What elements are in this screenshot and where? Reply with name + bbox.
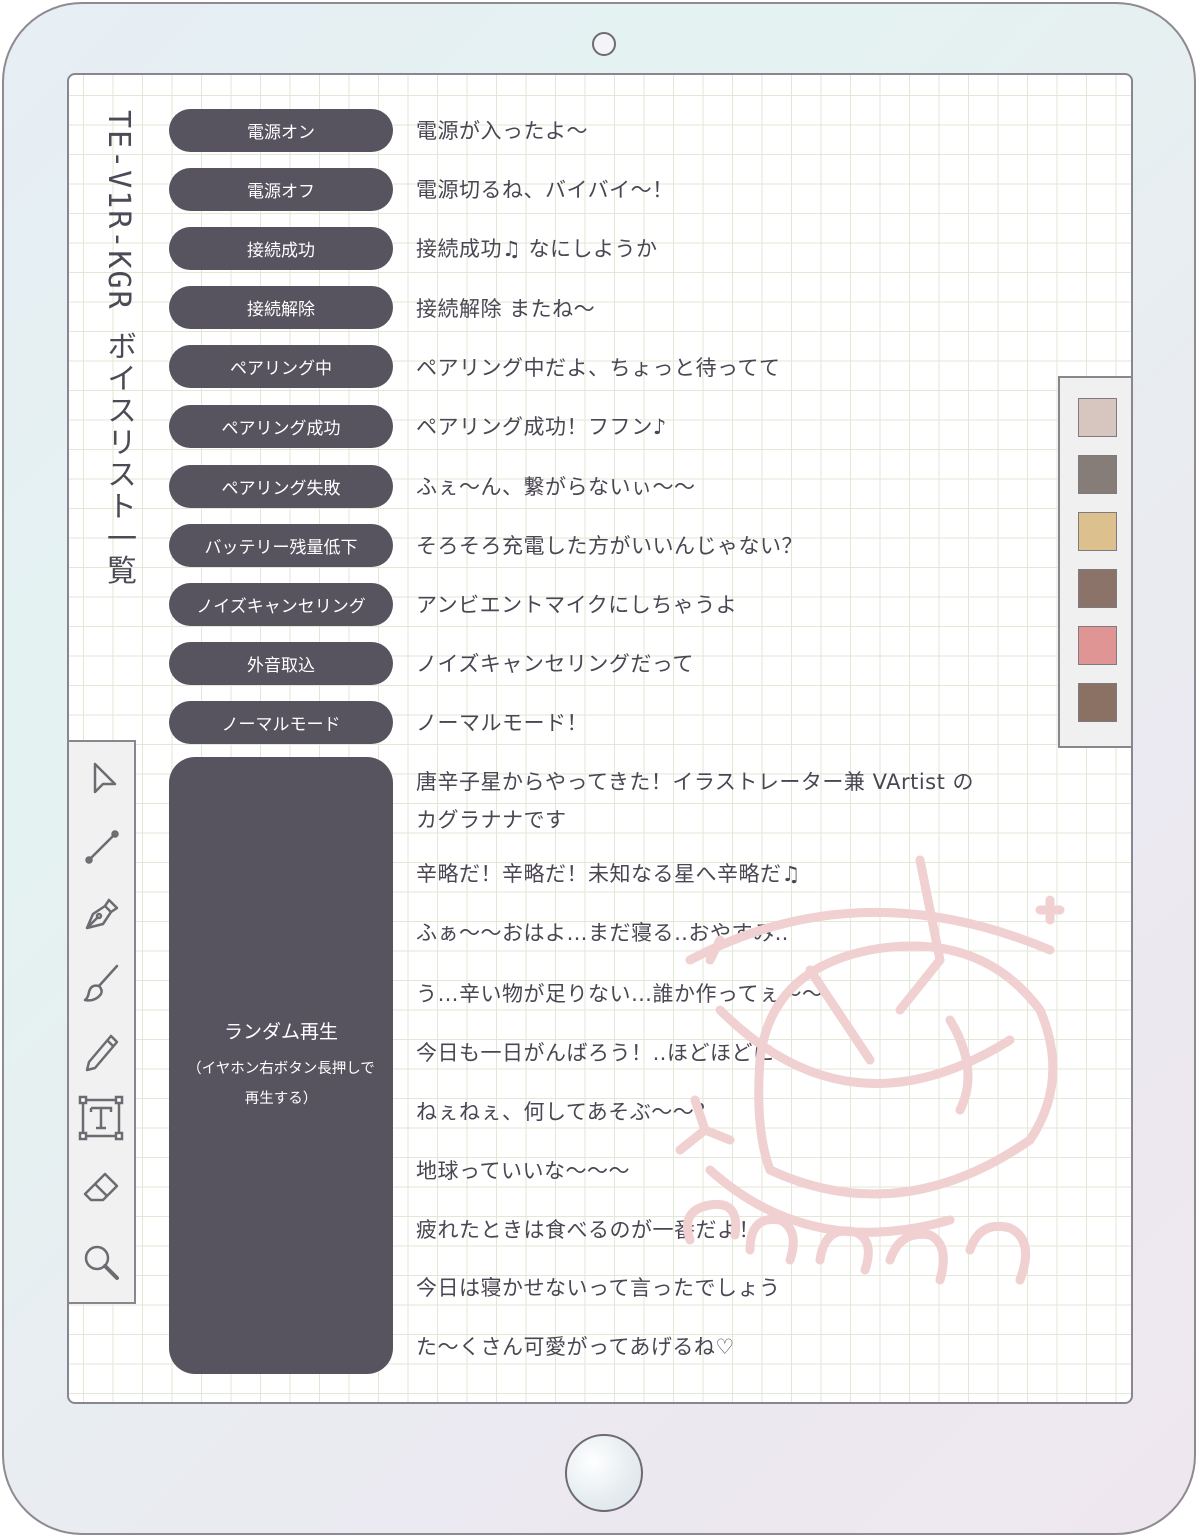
voice-line: アンビエントマイクにしちゃうよ — [416, 593, 738, 617]
command-label: ノーマルモード — [169, 701, 393, 744]
voice-line: ペアリング中だよ、ちょっと待ってて — [416, 356, 781, 380]
command-label: ノイズキャンセリング — [169, 583, 393, 626]
voice-line: 電源が入ったよ〜 — [416, 119, 588, 143]
command-label: ペアリング中 — [169, 345, 393, 388]
text-icon[interactable] — [77, 1094, 125, 1142]
voice-line: そろそろ充電した方がいいんじゃない？ — [416, 534, 803, 558]
command-label: 電源オン — [169, 109, 393, 152]
tool-bar — [69, 740, 136, 1304]
random-note-line1: （イヤホン右ボタン長押しで — [187, 1061, 375, 1077]
command-label: バッテリー残量低下 — [169, 524, 393, 567]
random-note-line2: 再生する） — [244, 1091, 318, 1107]
color-swatch[interactable] — [1078, 512, 1117, 551]
color-swatch[interactable] — [1078, 683, 1117, 722]
voice-line: ペアリング成功！フフン♪ — [416, 415, 667, 439]
home-button[interactable] — [565, 1434, 643, 1512]
voice-line: ノーマルモード！ — [416, 711, 588, 735]
magnifier-icon[interactable] — [77, 1238, 125, 1286]
color-swatch[interactable] — [1078, 569, 1117, 608]
command-label: ペアリング成功 — [169, 405, 393, 448]
command-label: 電源オフ — [169, 168, 393, 211]
page-title: TE-V1R-KGR ボイスリスト一覧 — [101, 110, 136, 587]
pencil-icon[interactable] — [77, 1026, 125, 1074]
line-icon[interactable] — [77, 822, 125, 870]
command-label: ペアリング失敗 — [169, 465, 393, 508]
random-title: ランダム再生 — [223, 1021, 338, 1043]
color-swatch[interactable] — [1078, 398, 1117, 437]
pen-nib-icon[interactable] — [77, 890, 125, 938]
camera-icon — [592, 32, 616, 56]
random-voice-line: 地球っていいな〜〜〜 — [416, 1159, 630, 1183]
eraser-icon[interactable] — [77, 1162, 125, 1210]
brush-icon[interactable] — [77, 958, 125, 1006]
voice-line: 電源切るね、バイバイ〜！ — [416, 178, 674, 202]
color-swatch[interactable] — [1078, 455, 1117, 494]
command-label: 接続解除 — [169, 286, 393, 329]
random-playback-label: ランダム再生 （イヤホン右ボタン長押しで 再生する） — [169, 757, 393, 1374]
voice-line: 接続解除 またね〜 — [416, 297, 596, 321]
voice-line: ノイズキャンセリングだって — [416, 652, 694, 676]
color-swatch[interactable] — [1078, 626, 1117, 665]
color-palette — [1058, 376, 1131, 748]
character-watermark — [675, 855, 1065, 1285]
voice-line: ふぇ〜ん、繋がらないぃ〜〜 — [416, 475, 696, 499]
cursor-icon[interactable] — [77, 754, 125, 802]
command-label: 外音取込 — [169, 642, 393, 685]
voice-line: 接続成功♫ なにしようか — [416, 237, 658, 261]
random-voice-line: 唐辛子星からやってきた！イラストレーター兼 VArtist の カグラナナです — [416, 770, 975, 832]
command-label: 接続成功 — [169, 227, 393, 270]
